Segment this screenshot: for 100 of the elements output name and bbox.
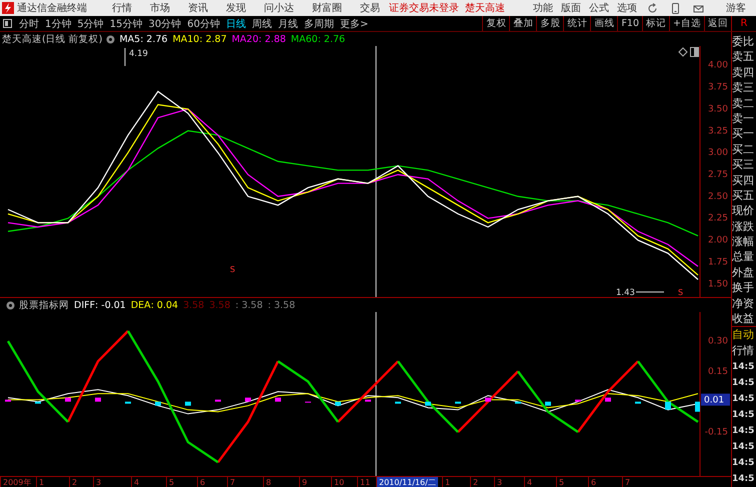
period-tab[interactable]: 60分钟 [187,16,220,30]
period-tab[interactable]: 15分钟 [110,16,142,30]
menu-item[interactable]: 交易 [360,1,380,15]
quote-field-label: 卖五 [732,49,755,65]
tick-time: 14:5 [732,457,756,470]
panel-toggle-icon[interactable] [690,47,699,57]
phone-icon[interactable] [670,2,681,14]
axis-tick-label: 4.00 [708,60,728,71]
toolbar-button[interactable]: +自选 [669,16,704,31]
price-annotation: 4.19 [124,48,148,66]
mode-label[interactable]: 自动 [732,326,756,344]
axis-tick-label: 0.30 [708,336,728,347]
date-axis-label: 5 [166,477,174,487]
axis-tick-label: 3.00 [708,148,728,158]
menu-item[interactable]: 功能 [533,1,553,15]
axis-tick-label: 3.50 [708,104,728,114]
date-axis-label: 2 [470,477,478,487]
menu-item[interactable]: 财富圈 [312,1,342,15]
axis-tick-label: 2.50 [708,192,728,202]
axis-tick-label: 1.50 [708,279,728,290]
menu-item[interactable]: 行情 [112,1,132,15]
menu-item[interactable]: 公式 [589,1,609,15]
date-axis-label: 2009年 [0,477,32,487]
menu-item[interactable]: 选项 [617,1,637,15]
date-axis-label: 1 [442,477,450,487]
status-text: 证券交易未登录 [389,2,459,15]
toolbar-button[interactable]: 标记 [642,16,670,31]
axis-tick-label: 1.75 [708,257,728,268]
section-label: 行情 [732,343,755,360]
menu-item[interactable]: 市场 [150,1,170,15]
period-tab[interactable]: 更多> [340,16,368,30]
toolbar-button[interactable]: 统计 [563,16,590,31]
quote-field-label: 收益 [732,311,755,326]
menu-item[interactable]: 问小达 [264,1,294,15]
date-axis-label: 1 [36,477,44,487]
series-name: DEA [130,300,151,310]
signal-marker: S [678,288,684,297]
series-name: MA5 [119,34,140,44]
date-axis-label: 6 [588,477,596,487]
quote-field-label: 涨跌 [732,218,755,234]
status-text: 楚天高速 [465,2,505,15]
quote-field-label: 涨幅 [732,234,755,250]
settings-icon[interactable] [6,300,15,310]
series-name: MA10 [172,34,200,44]
quote-field-label: 换手 [732,280,755,296]
tick-time: 14:5 [732,473,756,486]
tick-time: 14:5 [732,361,756,374]
date-axis-label: 3 [93,477,102,487]
chart-title: 股票指标网 [19,298,69,312]
axis-tick-label: -0.15 [704,427,728,438]
series-name: MA60 [290,34,318,44]
toolbar-button[interactable]: 返回 [704,16,731,31]
date-axis-label: 7 [622,477,630,487]
tick-time: 14:5 [732,425,756,438]
quote-field-label: 外盘 [732,264,755,280]
indicator-readout: 3.58 [183,300,204,310]
date-axis-label: 6 [197,477,206,487]
quote-field-label: 委比 [732,34,755,50]
diamond-icon[interactable] [678,47,688,57]
series-reading: : 0.04 [150,300,178,310]
settings-icon[interactable] [106,34,116,44]
date-axis-label: 2 [69,477,78,487]
menu-item[interactable]: 版面 [561,1,581,15]
series-name: MA20 [232,34,259,44]
toolbar-button[interactable]: F10 [617,16,642,31]
period-tab[interactable]: 多周期 [304,16,334,30]
panel-tag[interactable]: R [731,16,756,31]
signal-marker: S [230,265,236,274]
period-tab[interactable]: 1分钟 [45,16,72,30]
date-axis-label: 4 [131,477,140,487]
period-tab[interactable]: 日线 [226,16,246,30]
axis-tick-label: 0.15 [708,366,728,377]
quote-field-label: 总量 [732,249,755,265]
period-tab[interactable]: 30分钟 [148,16,182,30]
quote-field-label: 净资 [732,296,755,312]
user-label[interactable]: 游客 [726,1,746,15]
date-axis-label: 3 [494,477,502,487]
indicator-readout: : 3.58 [268,300,296,310]
quote-field-label: 买三 [732,157,755,173]
menu-item[interactable]: 发现 [226,1,246,15]
toolbar-button[interactable]: 叠加 [509,16,536,31]
message-icon[interactable] [693,2,704,14]
period-tab[interactable]: 周线 [252,16,272,30]
axis-tick-label: 2.25 [708,214,728,224]
period-tab[interactable]: 月线 [278,16,298,30]
panel-toggle-icon[interactable] [3,19,12,28]
series-name: DIFF [74,300,96,310]
axis-tick-label: 2.75 [708,170,728,180]
series-reading: : 2.87 [199,34,227,44]
date-axis-label: 9 [299,477,308,487]
menu-item[interactable]: 资讯 [188,1,208,15]
period-tab[interactable]: 5分钟 [77,16,104,30]
quote-field-label: 卖二 [732,96,755,111]
series-reading: : -0.01 [95,300,126,310]
toolbar-button[interactable]: 画线 [590,16,618,31]
refresh-icon[interactable] [647,2,658,14]
toolbar-button[interactable]: 复权 [482,16,510,31]
toolbar-button[interactable]: 多股 [536,16,564,31]
quote-field-label: 卖四 [732,64,755,80]
period-tab[interactable]: 分时 [19,16,39,30]
